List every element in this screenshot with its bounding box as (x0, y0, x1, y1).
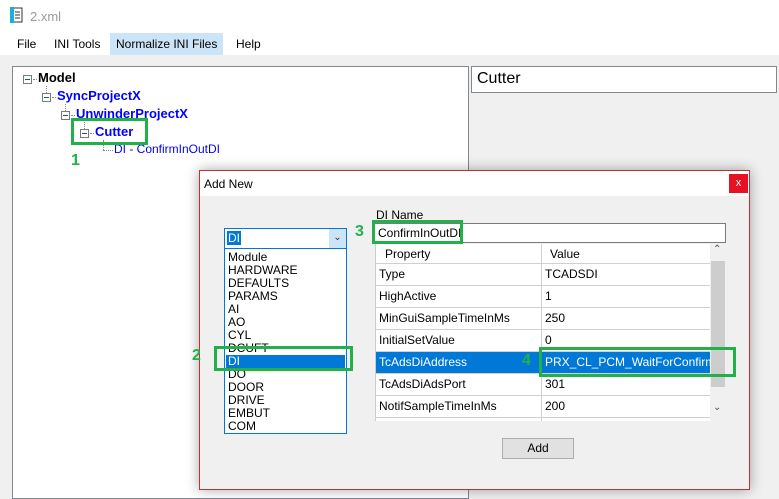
dialog-title: Add New (204, 177, 253, 191)
scroll-down-icon[interactable]: ⌄ (713, 402, 721, 413)
type-combobox[interactable]: DI ⌄ (224, 228, 347, 249)
document-icon (10, 7, 23, 23)
menu-help[interactable]: Help (230, 33, 267, 55)
property-cell: TcAdsDiAdsPort (376, 374, 542, 395)
list-item[interactable]: PARAMS (226, 290, 345, 303)
property-grid[interactable]: Property Value Type TCADSDI HighActive 1 M… (375, 244, 710, 421)
chevron-down-icon[interactable]: ⌄ (329, 229, 346, 248)
annotation-4: 4 (522, 352, 531, 369)
collapse-icon[interactable] (61, 111, 70, 120)
table-row[interactable]: HighActive 1 (376, 286, 710, 308)
annotation-box-4 (539, 347, 736, 377)
grid-scrollbar[interactable]: ⌃ ⌄ (710, 244, 726, 421)
add-new-dialog: Add New x DI ⌄ Module HARDWARE DEFAULTS … (199, 170, 750, 490)
table-row[interactable]: MinGuiSampleTimeInMs 250 (376, 308, 710, 330)
collapse-icon[interactable] (23, 75, 32, 84)
property-cell: NotifSampleTimeInMs (376, 396, 542, 417)
annotation-box-1 (71, 118, 148, 145)
value-cell[interactable]: 1 (542, 286, 710, 307)
value-cell[interactable]: 200 (542, 396, 710, 417)
menu-normalize-ini-files[interactable]: Normalize INI Files (110, 33, 224, 55)
property-cell: HighActive (376, 286, 542, 307)
collapse-icon[interactable] (42, 93, 51, 102)
add-button[interactable]: Add (502, 438, 574, 459)
value-cell[interactable]: TCADSDI (542, 264, 710, 285)
annotation-box-2 (214, 346, 353, 371)
tree-node-model[interactable]: Model (38, 70, 76, 85)
annotation-2: 2 (192, 347, 201, 364)
header-property[interactable]: Property (376, 244, 542, 264)
property-cell: InitialSetValue (376, 330, 542, 351)
table-row[interactable]: Type TCADSDI (376, 264, 710, 286)
annotation-1: 1 (71, 152, 80, 169)
value-cell[interactable]: 250 (542, 308, 710, 329)
header-value[interactable]: Value (542, 244, 710, 264)
table-row[interactable]: TcAdsDiAdsPort 301 (376, 374, 710, 396)
property-cell: Type (376, 264, 542, 285)
combo-value: DI (227, 231, 241, 245)
menu-ini-tools[interactable]: INI Tools (48, 33, 106, 55)
grid-header: Property Value (376, 244, 710, 264)
tree-node-syncprojectx[interactable]: SyncProjectX (57, 88, 141, 103)
value-cell[interactable]: 301 (542, 374, 710, 395)
title-bar: 2.xml (0, 0, 779, 33)
property-cell: MinGuiSampleTimeInMs (376, 308, 542, 329)
list-item[interactable]: COM (226, 420, 345, 433)
dialog-title-bar: Add New x (200, 171, 749, 196)
table-row[interactable]: NotifSampleTimeInMs 200 (376, 396, 710, 418)
menu-bar: File INI Tools Normalize INI Files Help (0, 33, 779, 55)
selected-node-name-field[interactable]: Cutter (471, 66, 777, 93)
close-button[interactable]: x (729, 174, 748, 193)
property-cell: TcAdsDiAddress (376, 352, 542, 373)
scroll-up-icon[interactable]: ⌃ (713, 244, 721, 255)
type-dropdown-list[interactable]: Module HARDWARE DEFAULTS PARAMS AI AO CY… (224, 248, 347, 434)
window-title: 2.xml (30, 9, 62, 24)
menu-file[interactable]: File (11, 33, 42, 55)
annotation-box-3 (372, 220, 463, 244)
table-row[interactable] (376, 418, 710, 421)
annotation-3: 3 (355, 223, 364, 240)
